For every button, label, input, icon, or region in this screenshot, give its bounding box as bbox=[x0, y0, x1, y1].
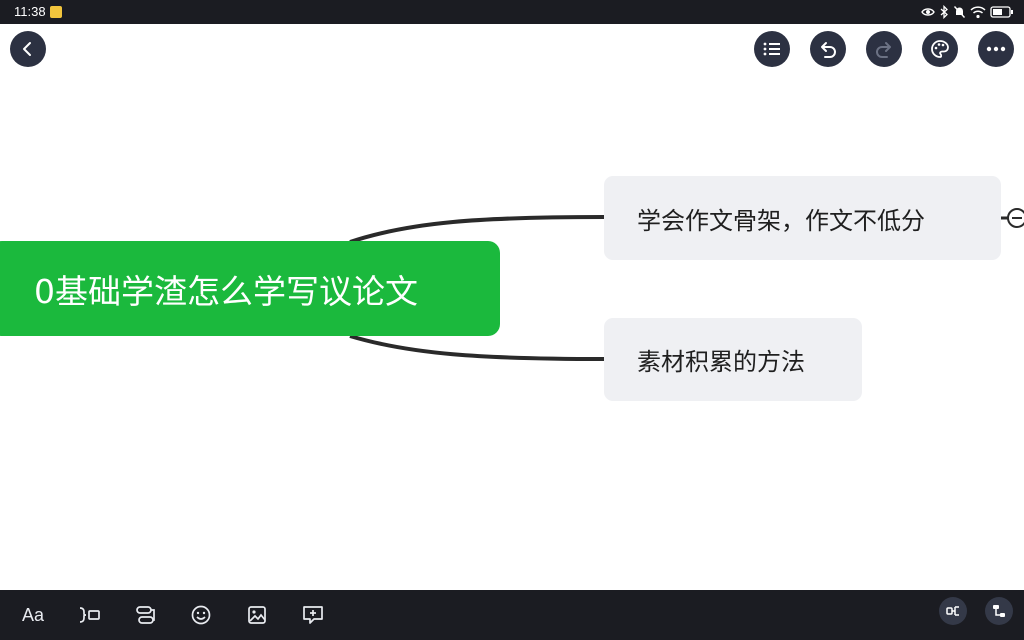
connector-to-child-1 bbox=[349, 215, 605, 244]
more-icon bbox=[986, 46, 1006, 52]
child-topic-1[interactable]: 学会作文骨架，作文不低分 bbox=[604, 176, 1001, 260]
connector-to-child-2 bbox=[349, 334, 605, 361]
undo-icon bbox=[821, 42, 836, 58]
palette-icon bbox=[931, 40, 949, 58]
emoji-icon bbox=[191, 605, 211, 625]
structure-button[interactable] bbox=[939, 597, 967, 625]
relationship-button[interactable] bbox=[131, 601, 159, 629]
text-style-button[interactable]: Aa bbox=[18, 601, 48, 629]
outline-button[interactable] bbox=[754, 31, 790, 67]
root-topic-label: 0基础学渣怎么学写议论文 bbox=[34, 271, 418, 311]
child-topic-label: 素材积累的方法 bbox=[637, 348, 805, 376]
back-button[interactable] bbox=[10, 31, 46, 67]
redo-icon bbox=[876, 42, 891, 58]
bottom-toolbar: Aa bbox=[0, 590, 1024, 640]
mind-map-screen: 11:38 0基础学渣怎么学写议论文 学会作文骨架，作文不低分 素材积累的方法 … bbox=[0, 0, 1024, 640]
more-button[interactable] bbox=[978, 31, 1014, 67]
add-summary-icon bbox=[79, 607, 100, 623]
image-button[interactable] bbox=[243, 601, 271, 629]
back-icon bbox=[23, 42, 31, 56]
comment-button[interactable] bbox=[299, 601, 327, 629]
image-icon bbox=[248, 606, 266, 624]
relationship-icon bbox=[136, 606, 155, 624]
collapse-toggle-icon[interactable] bbox=[1006, 207, 1024, 229]
redo-button[interactable] bbox=[866, 31, 902, 67]
layout-icon bbox=[993, 605, 1005, 617]
text-style-label: Aa bbox=[21, 604, 45, 625]
child-topic-2[interactable]: 素材积累的方法 bbox=[604, 318, 862, 401]
child-topic-label: 学会作文骨架，作文不低分 bbox=[637, 206, 925, 235]
comment-icon bbox=[303, 606, 323, 624]
outline-list-icon bbox=[763, 42, 780, 56]
theme-button[interactable] bbox=[922, 31, 958, 67]
add-summary-button[interactable] bbox=[75, 601, 103, 629]
undo-button[interactable] bbox=[810, 31, 846, 67]
structure-icon bbox=[946, 606, 959, 616]
layout-button[interactable] bbox=[985, 597, 1013, 625]
emoji-button[interactable] bbox=[187, 601, 215, 629]
root-topic[interactable]: 0基础学渣怎么学写议论文 bbox=[0, 241, 500, 336]
